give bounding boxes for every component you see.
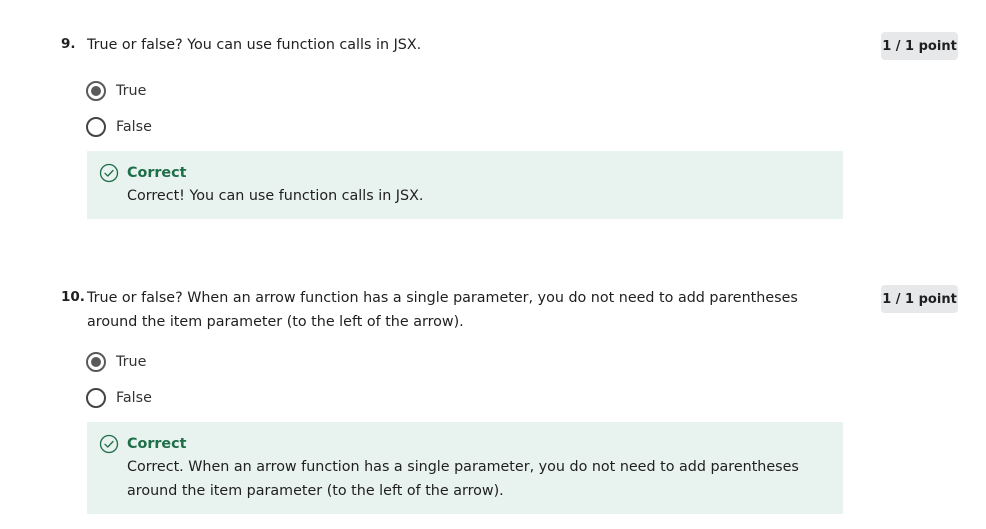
points-badge: 1 / 1 point (881, 32, 958, 60)
feedback-message: Correct! You can use function calls in J… (127, 188, 424, 204)
feedback-message: Correct. When an arrow function has a si… (127, 459, 799, 499)
radio-selected-icon[interactable] (86, 81, 106, 101)
option-true[interactable]: True (86, 80, 146, 102)
feedback-box: Correct Correct. When an arrow function … (87, 422, 843, 514)
check-circle-icon (99, 163, 119, 183)
question-text: True or false? You can use function call… (87, 37, 422, 53)
question-number: 10. (61, 289, 85, 305)
radio-selected-icon[interactable] (86, 352, 106, 372)
option-false[interactable]: False (86, 387, 152, 409)
points-badge: 1 / 1 point (881, 285, 958, 313)
feedback-status: Correct (127, 436, 187, 452)
option-label: False (116, 119, 152, 135)
radio-unselected-icon[interactable] (86, 117, 106, 137)
question-text: True or false? When an arrow function ha… (87, 290, 798, 330)
option-label: True (116, 354, 147, 370)
option-true[interactable]: True (86, 351, 146, 373)
option-false[interactable]: False (86, 116, 152, 138)
feedback-status: Correct (127, 165, 187, 181)
question-number: 9. (61, 36, 76, 52)
option-label: True (116, 83, 147, 99)
feedback-box: Correct Correct! You can use function ca… (87, 151, 843, 219)
check-circle-icon (99, 434, 119, 454)
option-label: False (116, 390, 152, 406)
radio-unselected-icon[interactable] (86, 388, 106, 408)
